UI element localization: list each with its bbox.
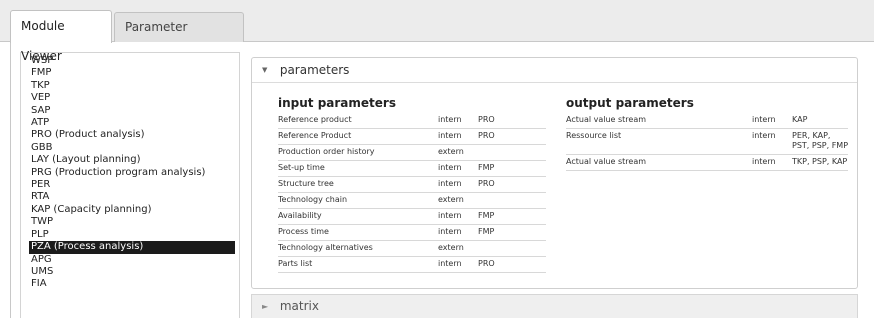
module-list-item[interactable]: PRO (Product analysis) — [21, 129, 239, 141]
output-parameters-section: output parameters Actual value stream int… — [566, 96, 848, 171]
parameter-modules: TKP, PSP, KAP — [792, 157, 848, 166]
parameter-scope: intern — [438, 115, 462, 124]
parameter-modules: PRO — [478, 131, 495, 140]
module-list-item[interactable]: TKP — [21, 80, 239, 92]
module-list-item[interactable]: APG — [21, 254, 239, 266]
module-list-item[interactable]: KAP (Capacity planning) — [21, 204, 239, 216]
input-parameter-row: Structure tree intern PRO — [278, 177, 546, 193]
parameter-scope: intern — [438, 211, 462, 220]
parameter-scope: intern — [752, 131, 776, 140]
output-parameters-table: Actual value stream intern KAP Ressource li… — [566, 113, 848, 171]
parameter-scope: extern — [438, 243, 464, 252]
parameter-scope: extern — [438, 195, 464, 204]
parameter-modules: PER, KAP, PST, PSP, FMP — [792, 131, 849, 150]
parameters-panel-title: parameters — [279, 63, 350, 77]
matrix-panel-header[interactable]: ► matrix — [251, 294, 858, 318]
module-list-item[interactable]: VEP — [21, 92, 239, 104]
input-parameters-table: Reference product intern PRO Reference Prod… — [278, 113, 546, 273]
module-list[interactable]: WSPFMPTKPVEPSAPATPPRO (Product analysis)… — [20, 52, 240, 318]
parameter-name: Actual value stream — [566, 157, 647, 166]
tab-module-viewer[interactable]: Module Viewer — [10, 10, 112, 63]
parameter-scope: intern — [438, 179, 462, 188]
parameter-name: Technology alternatives — [278, 243, 373, 252]
module-list-item[interactable]: FIA — [21, 278, 239, 290]
input-parameters-section: input parameters Reference product intern… — [278, 96, 546, 273]
module-list-item[interactable]: PLP — [21, 229, 239, 241]
module-list-items: WSPFMPTKPVEPSAPATPPRO (Product analysis)… — [21, 53, 239, 291]
caret-down-icon: ▼ — [262, 66, 268, 74]
parameter-name: Structure tree — [278, 179, 334, 188]
module-list-item[interactable]: TWP — [21, 216, 239, 228]
matrix-panel-title: matrix — [279, 299, 319, 313]
parameter-name: Ressource list — [566, 131, 622, 140]
parameter-name: Actual value stream — [566, 115, 647, 124]
parameter-name: Reference Product — [278, 131, 352, 140]
parameter-name: Process time — [278, 227, 329, 236]
parameter-modules: PRO — [478, 179, 495, 188]
parameter-name: Reference product — [278, 115, 352, 124]
parameter-name: Production order history — [278, 147, 375, 156]
parameter-scope: intern — [752, 115, 776, 124]
caret-right-icon: ► — [262, 301, 269, 311]
input-parameter-row: Process time intern FMP — [278, 225, 546, 241]
module-list-item[interactable]: RTA — [21, 191, 239, 203]
parameter-scope: intern — [438, 163, 462, 172]
parameter-modules: PRO — [478, 115, 495, 124]
parameters-panel: ▼ parameters input parameters Reference … — [251, 57, 858, 289]
module-list-item[interactable]: PZA (Process analysis) — [29, 241, 235, 254]
tab-bar: Module Viewer Parameter Analysis — [0, 0, 874, 63]
tab-parameter-analysis[interactable]: Parameter Analysis — [114, 12, 244, 62]
parameter-modules — [478, 147, 538, 157]
input-parameter-row: Production order history extern — [278, 145, 546, 161]
input-parameters-title: input parameters — [278, 96, 396, 110]
parameter-modules: PRO — [478, 259, 495, 268]
parameter-scope: intern — [438, 227, 462, 236]
parameter-scope: intern — [438, 131, 462, 140]
parameter-modules — [478, 243, 538, 253]
parameter-name: Set-up time — [278, 163, 325, 172]
parameter-modules: FMP — [478, 211, 495, 220]
parameter-scope: intern — [438, 259, 462, 268]
module-list-item[interactable]: PRG (Production program analysis) — [21, 167, 239, 179]
parameter-name: Parts list — [278, 259, 313, 268]
parameter-scope: intern — [752, 157, 776, 166]
input-parameter-row: Reference product intern PRO — [278, 113, 546, 129]
input-parameter-row: Parts list intern PRO — [278, 257, 546, 273]
parameter-modules — [478, 195, 538, 205]
output-parameter-row: Actual value stream intern TKP, PSP, KAP — [566, 155, 848, 171]
module-list-item[interactable]: PER — [21, 179, 239, 191]
parameter-scope: extern — [438, 147, 464, 156]
parameter-modules: FMP — [478, 163, 495, 172]
input-parameter-row: Technology alternatives extern — [278, 241, 546, 257]
input-parameter-row: Availability intern FMP — [278, 209, 546, 225]
output-parameter-row: Actual value stream intern KAP — [566, 113, 848, 129]
module-list-item[interactable]: LAY (Layout planning) — [21, 154, 239, 166]
input-parameter-row: Set-up time intern FMP — [278, 161, 546, 177]
input-parameter-row: Reference Product intern PRO — [278, 129, 546, 145]
module-list-item[interactable]: GBB — [21, 142, 239, 154]
parameter-modules: FMP — [478, 227, 495, 236]
parameters-panel-header[interactable]: ▼ parameters — [252, 58, 857, 83]
output-parameter-row: Ressource list intern PER, KAP, PST, PSP, … — [566, 129, 848, 155]
module-list-item[interactable]: UMS — [21, 266, 239, 278]
parameter-name: Availability — [278, 211, 322, 220]
parameter-modules: KAP — [792, 115, 808, 124]
parameter-name: Technology chain — [278, 195, 348, 204]
input-parameter-row: Technology chain extern — [278, 193, 546, 209]
output-parameters-title: output parameters — [566, 96, 694, 110]
module-list-item[interactable]: ATP — [21, 117, 239, 129]
module-list-item[interactable]: SAP — [21, 105, 239, 117]
